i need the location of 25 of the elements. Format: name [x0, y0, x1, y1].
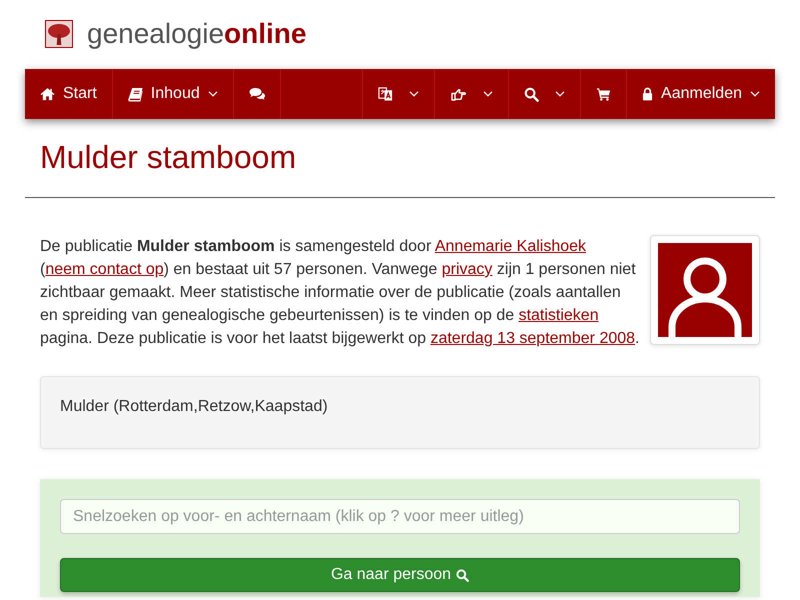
family-summary: Mulder (Rotterdam,Retzow,Kaapstad) [60, 398, 328, 415]
cart-icon [596, 87, 612, 101]
site-logo[interactable]: genealogieonline [87, 20, 306, 48]
search-icon [524, 86, 540, 102]
person-silhouette-icon [658, 243, 752, 337]
text-link[interactable]: Annemarie Kalishoek [434, 238, 586, 255]
text-link[interactable]: privacy [442, 261, 492, 278]
search-icon [456, 568, 470, 582]
page-title: Mulder stamboom [40, 139, 298, 175]
search-field[interactable]: Snelzoeken op voor- en achternaam (klik op ? voor meer uitleg) [60, 499, 740, 534]
home-icon [40, 87, 55, 101]
tree-logo-icon[interactable] [45, 20, 73, 48]
translate-icon [378, 86, 394, 102]
hand-pointing-icon [450, 86, 468, 102]
intro-paragraph: De publicatie Mulder stamboom is samengesteld door Annemarie Kalishoek (neem contact op) en bestaat uit 57 personen. Vanwege privacy zijn 1 personen niet zichtbaar gemaakt. Meer statistische informatie over de publicatie (zoals aantallen en spreiding van genealogische gebeurtenissen) is te vinden op de statistieken pagina. Deze publicatie is voor het laatst bijgewerkt op zaterdag 13 september 2008. [40, 237, 640, 349]
nav-item[interactable]: Aanmelden [626, 69, 775, 119]
comments-icon [248, 87, 265, 101]
nav-item[interactable]: Inhoud [112, 69, 234, 119]
lock-icon [642, 87, 654, 101]
text-link[interactable]: statistieken [518, 307, 599, 324]
book-icon [128, 86, 143, 102]
text-link[interactable]: neem contact op [45, 261, 164, 278]
nav-item[interactable]: Start [25, 69, 113, 119]
text-link[interactable]: zaterdag 13 september 2008 [430, 330, 636, 347]
go-to-person-button[interactable]: Ga naar persoon [60, 558, 740, 592]
